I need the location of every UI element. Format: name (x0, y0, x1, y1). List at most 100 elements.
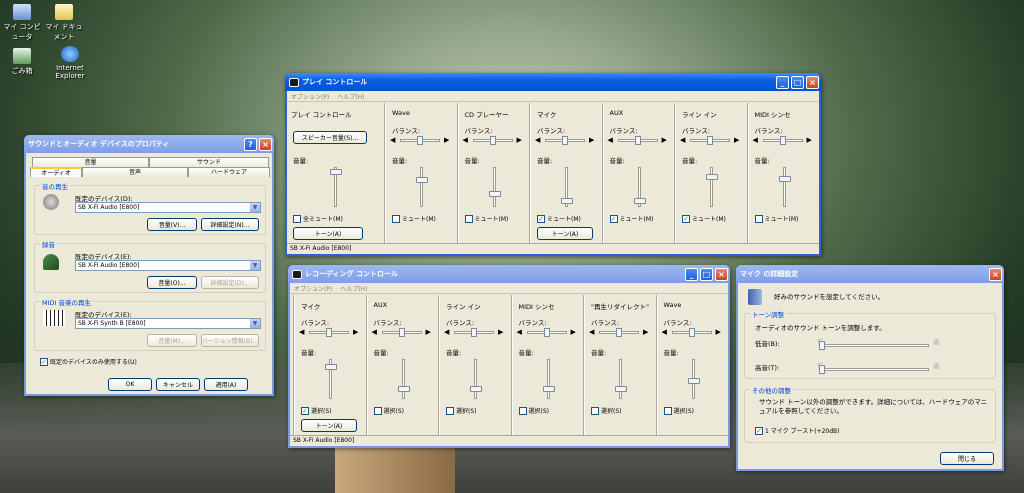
balance-slider-thumb[interactable] (634, 136, 641, 145)
balance-slider-thumb[interactable] (417, 136, 423, 145)
volume-slider-thumb[interactable] (778, 175, 791, 182)
select-checkbox[interactable]: ✓ 選択(S) (301, 406, 332, 415)
recording-volume-button[interactable]: 音量(O)... (147, 276, 197, 289)
select-checkbox[interactable]: 選択(S) (518, 406, 549, 415)
tone-button[interactable]: トーン(A) (301, 419, 357, 432)
close-icon[interactable]: × (806, 75, 819, 89)
tone-button[interactable]: トーン(A) (537, 227, 593, 240)
minimize-icon[interactable]: _ (776, 75, 789, 89)
tab-hardware[interactable]: ハードウェア (188, 167, 270, 177)
my-computer-icon[interactable]: マイ コンピュータ (0, 4, 44, 42)
volume-slider-thumb[interactable] (706, 173, 718, 180)
select-value: SB X-Fi Audio [E800] (78, 262, 140, 269)
speaker-volume-button[interactable]: スピーカー音量(S)... (293, 131, 367, 144)
close-icon[interactable]: × (989, 267, 1002, 281)
volume-slider[interactable] (619, 359, 622, 399)
playback-volume-button[interactable]: 音量(V)... (147, 218, 197, 231)
balance-slider-thumb[interactable] (688, 328, 695, 337)
apply-button[interactable]: 適用(A) (204, 378, 248, 391)
intro-text: 好みのサウンドを設定してください。 (774, 293, 885, 301)
close-button[interactable]: 閉じる (940, 452, 994, 465)
mute-checkbox[interactable]: ✓ ミュート(M) (682, 214, 726, 223)
ok-button[interactable]: OK (108, 378, 152, 391)
tab-audio[interactable]: オーディオ (30, 167, 82, 177)
playback-device-select[interactable]: SB X-Fi Audio [E800] ▼ (75, 202, 261, 213)
balance-slider-thumb[interactable] (489, 136, 496, 145)
balance-label: バランス: (446, 319, 475, 327)
master-tone-button[interactable]: トーン(A) (293, 227, 363, 240)
menu-help[interactable]: ヘルプ(H) (337, 92, 364, 101)
speaker-right-icon: ▶ (715, 328, 721, 336)
maximize-icon[interactable]: □ (791, 75, 804, 89)
volume-slider-thumb[interactable] (633, 197, 646, 204)
menu-options[interactable]: オプション(P) (291, 92, 329, 101)
mute-checkbox[interactable]: ミュート(M) (392, 214, 436, 223)
playback-advanced-button[interactable]: 詳細設定(N)... (201, 218, 259, 231)
mute-checkbox[interactable]: ミュート(M) (464, 214, 508, 223)
mic-boost-checkbox[interactable]: ✓ 1 マイク ブースト(+20dB) (755, 426, 839, 435)
mute-checkbox[interactable]: ✓ ミュート(M) (537, 214, 581, 223)
my-documents-icon[interactable]: マイ ドキュメント (42, 4, 86, 42)
balance-slider-thumb[interactable] (471, 328, 477, 337)
volume-slider[interactable] (546, 359, 550, 399)
menu-options[interactable]: オプション(P) (294, 284, 332, 293)
balance-slider-thumb[interactable] (779, 136, 786, 145)
volume-slider-thumb[interactable] (416, 177, 428, 184)
bass-slider[interactable] (819, 344, 929, 347)
close-icon[interactable]: × (259, 137, 272, 151)
volume-slider-thumb[interactable] (325, 364, 337, 371)
mute-all-checkbox[interactable]: 全ミュート(M) (293, 214, 343, 223)
tab-volume[interactable]: 音量 (32, 157, 149, 167)
bass-slider-thumb[interactable] (819, 341, 825, 350)
treble-slider-thumb[interactable] (819, 365, 825, 374)
volume-slider[interactable] (401, 359, 405, 399)
mute-checkbox[interactable]: ミュート(M) (754, 214, 798, 223)
select-checkbox[interactable]: 選択(S) (373, 406, 404, 415)
midi-about-button[interactable]: バージョン情報(B)... (201, 334, 259, 347)
balance-slider-thumb[interactable] (543, 328, 550, 337)
speaker-right-icon: ▶ (353, 328, 359, 336)
volume-slider[interactable] (492, 167, 496, 207)
volume-slider-thumb[interactable] (615, 386, 627, 393)
recycle-bin-icon[interactable]: ごみ箱 (0, 48, 44, 76)
balance-slider-thumb[interactable] (562, 136, 568, 145)
help-icon[interactable]: ? (244, 137, 257, 151)
balance-slider-thumb[interactable] (616, 328, 622, 337)
tab-sounds[interactable]: サウンド (149, 157, 269, 167)
balance-slider-thumb[interactable] (398, 328, 405, 337)
recording-device-select[interactable]: SB X-Fi Audio [E800] ▼ (75, 260, 261, 271)
mixer-channel-column: "再生リダイレクト" バランス: ◀ ▶ 音量: 選択(S) (584, 295, 657, 435)
volume-slider[interactable] (782, 167, 786, 207)
balance-slider-thumb[interactable] (326, 328, 332, 337)
only-default-checkbox[interactable]: ✓ 既定のデバイスのみ使用する(U) (40, 357, 137, 366)
volume-slider[interactable] (420, 167, 423, 207)
volume-slider-thumb[interactable] (561, 197, 573, 204)
select-checkbox[interactable]: 選択(S) (663, 406, 694, 415)
tab-voice[interactable]: 音声 (82, 167, 188, 177)
treble-slider[interactable] (819, 368, 929, 371)
volume-slider-thumb[interactable] (397, 386, 410, 393)
volume-slider-thumb[interactable] (488, 190, 501, 197)
cancel-button[interactable]: キャンセル (156, 378, 200, 391)
master-volume-thumb[interactable] (330, 169, 342, 175)
volume-slider-thumb[interactable] (542, 386, 555, 393)
volume-slider[interactable] (474, 359, 477, 399)
volume-label: 音量: (446, 349, 462, 357)
speaker-right-icon: ▶ (589, 136, 595, 144)
volume-slider-thumb[interactable] (470, 386, 482, 393)
menu-help[interactable]: ヘルプ(H) (340, 284, 367, 293)
close-icon[interactable]: × (715, 267, 728, 281)
minimize-icon[interactable]: _ (685, 267, 698, 281)
select-checkbox[interactable]: 選択(S) (591, 406, 622, 415)
window-title: レコーディング コントロール (305, 270, 398, 278)
balance-slider-thumb[interactable] (707, 136, 713, 145)
midi-volume-button[interactable]: 音量(M)... (147, 334, 197, 347)
select-checkbox[interactable]: 選択(S) (446, 406, 477, 415)
recording-advanced-button[interactable]: 詳細設定(D)... (201, 276, 259, 289)
internet-explorer-icon[interactable]: Internet Explorer (50, 46, 90, 80)
maximize-icon[interactable]: □ (700, 267, 713, 281)
speaker-left-icon: ◀ (462, 136, 468, 144)
mute-checkbox[interactable]: ✓ ミュート(M) (609, 214, 653, 223)
volume-slider-thumb[interactable] (687, 377, 700, 384)
midi-device-select[interactable]: SB X-Fi Synth B [E800] ▼ (75, 318, 261, 329)
